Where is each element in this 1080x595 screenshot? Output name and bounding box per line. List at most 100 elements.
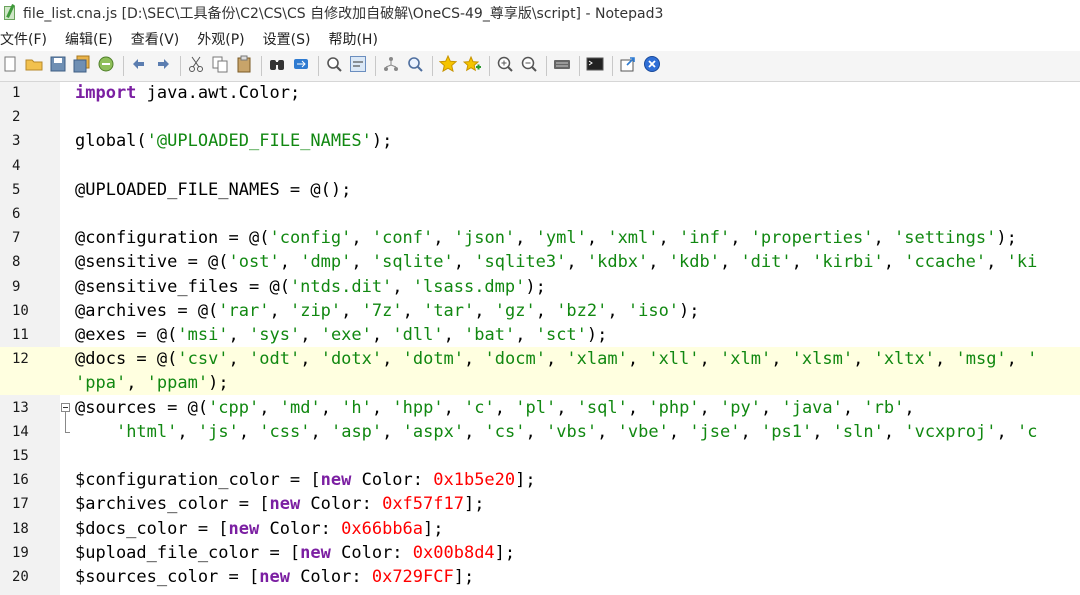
window-title: file_list.cna.js [D:\SEC\工具备份\C2\CS\CS 自… (23, 6, 664, 22)
star-plus-button[interactable] (462, 55, 482, 76)
code-line[interactable]: 10 @archives = @('rar', 'zip', '7z', 'tar… (0, 299, 1080, 323)
copy-button[interactable] (210, 56, 230, 76)
undo-button[interactable] (129, 56, 149, 76)
replace-button[interactable] (291, 56, 311, 76)
code-token: , (648, 252, 669, 273)
code-line[interactable]: 16 $configuration_color = [new Color: 0x1… (0, 468, 1080, 492)
string-literal: 'sln' (832, 421, 884, 442)
tree-button[interactable] (381, 56, 401, 76)
line-number: 1 (12, 85, 21, 101)
find-icon (268, 55, 286, 77)
code-line[interactable]: 19 $upload_file_color = [new Color: 0x00b… (0, 541, 1080, 565)
code-token: @sensitive = @( (75, 252, 229, 273)
code-token: global( (75, 131, 147, 152)
export-button[interactable] (618, 56, 638, 76)
open-folder-button[interactable] (24, 56, 44, 76)
line-number: 9 (12, 278, 21, 295)
code-token: , (351, 228, 372, 249)
code-line[interactable]: 15 (0, 444, 1080, 468)
line-number: 7 (12, 230, 21, 247)
close-circle-icon (643, 55, 661, 77)
code-line[interactable]: 4 (0, 154, 1080, 178)
search-text-icon (406, 55, 424, 77)
code-line[interactable]: 20 $sources_color = [new Color: 0x729FCF]… (0, 565, 1080, 589)
close-circle-button[interactable] (642, 56, 662, 76)
terminal-button[interactable] (585, 56, 605, 76)
code-line[interactable]: 'ppa', 'ppam'); (0, 371, 1080, 396)
code-line[interactable]: 7 @configuration = @('config', 'conf', 'j… (0, 226, 1080, 250)
cut-icon (187, 55, 205, 77)
string-literal: 'java' (781, 397, 843, 418)
menu-item-5[interactable]: 帮助(H) (328, 29, 387, 49)
string-literal: 'html' (115, 421, 178, 442)
menu-item-0[interactable]: 文件(F) (0, 29, 57, 49)
code-token: , (177, 421, 198, 442)
string-literal: 'config' (269, 228, 352, 249)
string-literal: 'js' (197, 421, 239, 442)
code-line[interactable]: 5 @UPLOADED_FILE_NAMES = @(); (0, 178, 1080, 202)
code-token: , (320, 397, 342, 418)
code-token: , (771, 349, 792, 370)
save-all-button[interactable] (72, 55, 92, 76)
code-editor[interactable]: 1 import java.awt.Color; 2 3 global('@UPLOAD… (0, 82, 1080, 595)
string-literal: 'hpp' (392, 397, 444, 418)
menu-item-2[interactable]: 查看(V) (131, 29, 190, 49)
string-literal: 'xll' (648, 349, 700, 370)
string-literal: 'iso' (627, 300, 680, 321)
code-line[interactable]: 1 import java.awt.Color; (0, 82, 1080, 105)
string-literal: 'c (1016, 421, 1038, 442)
string-literal: '@UPLOADED_FILE_NAMES' (146, 131, 372, 152)
code-line[interactable]: 3 global('@UPLOADED_FILE_NAMES'); (0, 129, 1080, 153)
string-literal: 'lsass.dmp' (412, 276, 526, 297)
code-line[interactable]: 9 @sensitive_files = @('ntds.dit', 'lsass… (0, 275, 1080, 299)
menu-item-4[interactable]: 设置(S) (263, 29, 321, 49)
string-literal: 'odt' (249, 349, 301, 370)
line-number: 19 (12, 544, 29, 561)
string-literal: 'settings' (893, 228, 997, 249)
string-literal: 'docm' (484, 349, 546, 370)
code-line[interactable]: 17 $archives_color = [new Color: 0xf57f17… (0, 492, 1080, 516)
zoom-out-button[interactable] (519, 56, 539, 76)
redo-button[interactable] (153, 56, 173, 76)
code-line[interactable]: 2 (0, 105, 1080, 129)
new-file-button[interactable] (0, 56, 20, 76)
browse-button[interactable] (96, 56, 116, 76)
star-button[interactable] (438, 54, 458, 76)
code-line[interactable]: 18 $docs_color = [new Color: 0x66bb6a]; (0, 517, 1080, 541)
toolbar-separator (123, 56, 124, 76)
code-token: , (341, 300, 362, 321)
line-number: 13 (12, 399, 29, 416)
number-literal: 0x00b8d4 (412, 542, 495, 563)
find-button[interactable] (267, 56, 287, 76)
export-icon (619, 55, 637, 77)
keyboard-button[interactable] (552, 56, 572, 76)
code-token: , (730, 228, 751, 249)
cut-button[interactable] (186, 56, 206, 76)
save-button[interactable] (48, 56, 68, 76)
code-line[interactable]: 6 (0, 202, 1080, 226)
code-line[interactable]: 14 'html', 'js', 'css', 'asp', 'aspx', '… (0, 420, 1080, 444)
undo-icon (130, 55, 148, 77)
paste-button[interactable] (234, 55, 254, 76)
string-literal: 'xlam' (566, 349, 628, 370)
search-text-button[interactable] (405, 56, 425, 76)
code-line[interactable]: 13 @sources = @('cpp', 'md', 'h', 'hpp', … (0, 396, 1080, 420)
zoom-in-button[interactable] (495, 56, 515, 76)
code-line[interactable]: 12 @docs = @('csv', 'odt', 'dotx', 'dotm'… (0, 347, 1080, 372)
code-token: , (607, 300, 628, 321)
open-folder-icon (25, 55, 43, 77)
code-token: @sensitive_files = @( (75, 276, 290, 297)
code-token: , (382, 349, 403, 370)
code-token: , (494, 397, 516, 418)
code-token: , (351, 252, 372, 273)
code-line[interactable]: 11 @exes = @('msi', 'sys', 'exe', 'dll', … (0, 323, 1080, 347)
code-line[interactable]: 8 @sensitive = @('ost', 'dmp', 'sqlite', … (0, 250, 1080, 274)
find-next-button[interactable] (324, 56, 344, 76)
word-wrap-button[interactable] (348, 56, 368, 76)
code-token: , (699, 349, 720, 370)
menu-item-1[interactable]: 编辑(E) (65, 29, 123, 49)
code-token: , (812, 421, 833, 442)
string-literal: 'jse' (689, 421, 741, 442)
menu-item-3[interactable]: 外观(P) (197, 29, 254, 49)
fold-toggle[interactable] (61, 402, 70, 412)
